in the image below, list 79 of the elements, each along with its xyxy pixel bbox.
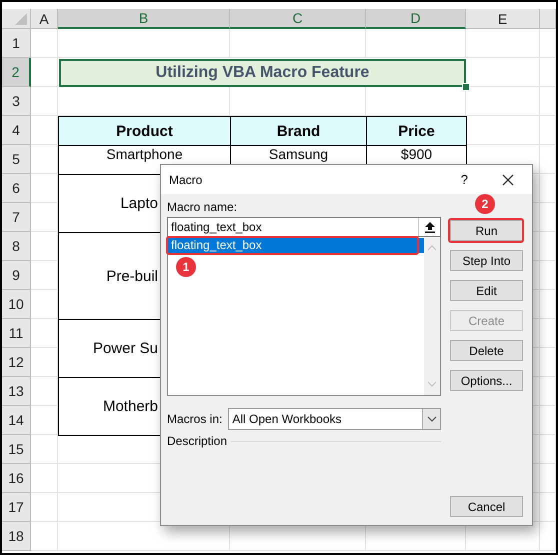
row-header[interactable]: 13	[2, 377, 31, 406]
column-header[interactable]: D	[366, 9, 466, 29]
dialog-button[interactable]: Step Into	[450, 250, 523, 271]
row-header[interactable]: 16	[2, 464, 31, 493]
worksheet-cell[interactable]	[31, 522, 58, 551]
worksheet-cell[interactable]	[540, 464, 556, 493]
worksheet-cell[interactable]	[540, 493, 556, 522]
dialog-button[interactable]: Edit	[450, 280, 523, 301]
corner-triangle-icon	[14, 12, 28, 26]
worksheet-cell[interactable]	[31, 29, 58, 58]
worksheet-cell[interactable]	[540, 406, 556, 435]
close-icon[interactable]	[502, 174, 514, 186]
macros-in-label: Macros in:	[167, 412, 222, 426]
row-header[interactable]: 5	[2, 145, 31, 174]
worksheet-cell[interactable]	[540, 522, 556, 551]
row-header[interactable]: 2	[2, 58, 31, 87]
row-header[interactable]: 9	[2, 261, 31, 290]
row-header[interactable]: 1	[2, 29, 31, 58]
worksheet-cell[interactable]	[466, 29, 540, 58]
cancel-button[interactable]: Cancel	[450, 496, 523, 517]
row-header[interactable]: 6	[2, 174, 31, 203]
chevron-down-icon	[426, 416, 436, 422]
row-header[interactable]: 11	[2, 319, 31, 348]
select-all-corner[interactable]	[2, 9, 31, 29]
row-header[interactable]: 14	[2, 406, 31, 435]
worksheet-cell[interactable]	[540, 87, 556, 116]
dialog-button[interactable]: Run	[450, 220, 523, 241]
row-header[interactable]: 7	[2, 203, 31, 232]
worksheet-cell[interactable]	[540, 174, 556, 203]
row-header[interactable]: 17	[2, 493, 31, 522]
title-cell: Utilizing VBA Macro Feature	[59, 59, 466, 87]
worksheet-cell[interactable]	[540, 290, 556, 319]
worksheet-cell[interactable]	[31, 87, 58, 116]
column-header[interactable]: B	[58, 9, 230, 29]
column-header[interactable]: A	[31, 9, 58, 29]
worksheet-cell[interactable]	[540, 377, 556, 406]
worksheet-cell[interactable]	[31, 464, 58, 493]
dialog-title: Macro	[169, 172, 202, 186]
up-arrow-icon	[424, 222, 434, 232]
fill-handle[interactable]	[462, 83, 470, 91]
macro-list-item[interactable]: floating_text_box	[168, 238, 424, 253]
scrollbar[interactable]	[424, 237, 440, 395]
row-header[interactable]: 4	[2, 116, 31, 145]
table-header-cell: Product	[58, 116, 231, 146]
row-header[interactable]: 18	[2, 522, 31, 551]
worksheet-cell[interactable]	[58, 29, 230, 58]
column-header[interactable]	[540, 9, 556, 29]
worksheet-cell[interactable]	[230, 29, 366, 58]
step-badge: 2	[475, 194, 495, 214]
dialog-button[interactable]: Options...	[450, 370, 523, 391]
worksheet-cell[interactable]	[540, 319, 556, 348]
dialog-button[interactable]: Delete	[450, 340, 523, 361]
row-header[interactable]: 15	[2, 435, 31, 464]
scroll-down-icon[interactable]	[427, 381, 437, 387]
row-header[interactable]: 8	[2, 232, 31, 261]
macro-name-field[interactable]: floating_text_box	[167, 217, 441, 237]
row-header[interactable]: 3	[2, 87, 31, 116]
macros-in-dropdown[interactable]: All Open Workbooks	[228, 408, 441, 430]
row-header[interactable]: 10	[2, 290, 31, 319]
worksheet-cell[interactable]	[31, 58, 58, 87]
worksheet-cell[interactable]	[540, 58, 556, 87]
column-header[interactable]: E	[466, 9, 540, 29]
description-label: Description	[167, 434, 228, 448]
worksheet-cell[interactable]	[540, 116, 556, 145]
help-button[interactable]: ?	[460, 172, 468, 187]
worksheet-cell[interactable]	[540, 145, 556, 174]
scroll-up-icon[interactable]	[427, 245, 437, 251]
row-header[interactable]: 12	[2, 348, 31, 377]
table-header-cell: Brand	[230, 116, 367, 146]
worksheet-cell[interactable]	[540, 435, 556, 464]
worksheet-cell[interactable]	[540, 232, 556, 261]
worksheet-cell[interactable]	[366, 29, 466, 58]
column-header[interactable]: C	[230, 9, 366, 29]
worksheet-cell[interactable]	[540, 261, 556, 290]
worksheet-cell[interactable]	[540, 203, 556, 232]
worksheet-cell[interactable]	[540, 348, 556, 377]
table-header-cell: Price	[366, 116, 467, 146]
worksheet-cell[interactable]	[31, 493, 58, 522]
worksheet-cell[interactable]	[31, 435, 58, 464]
